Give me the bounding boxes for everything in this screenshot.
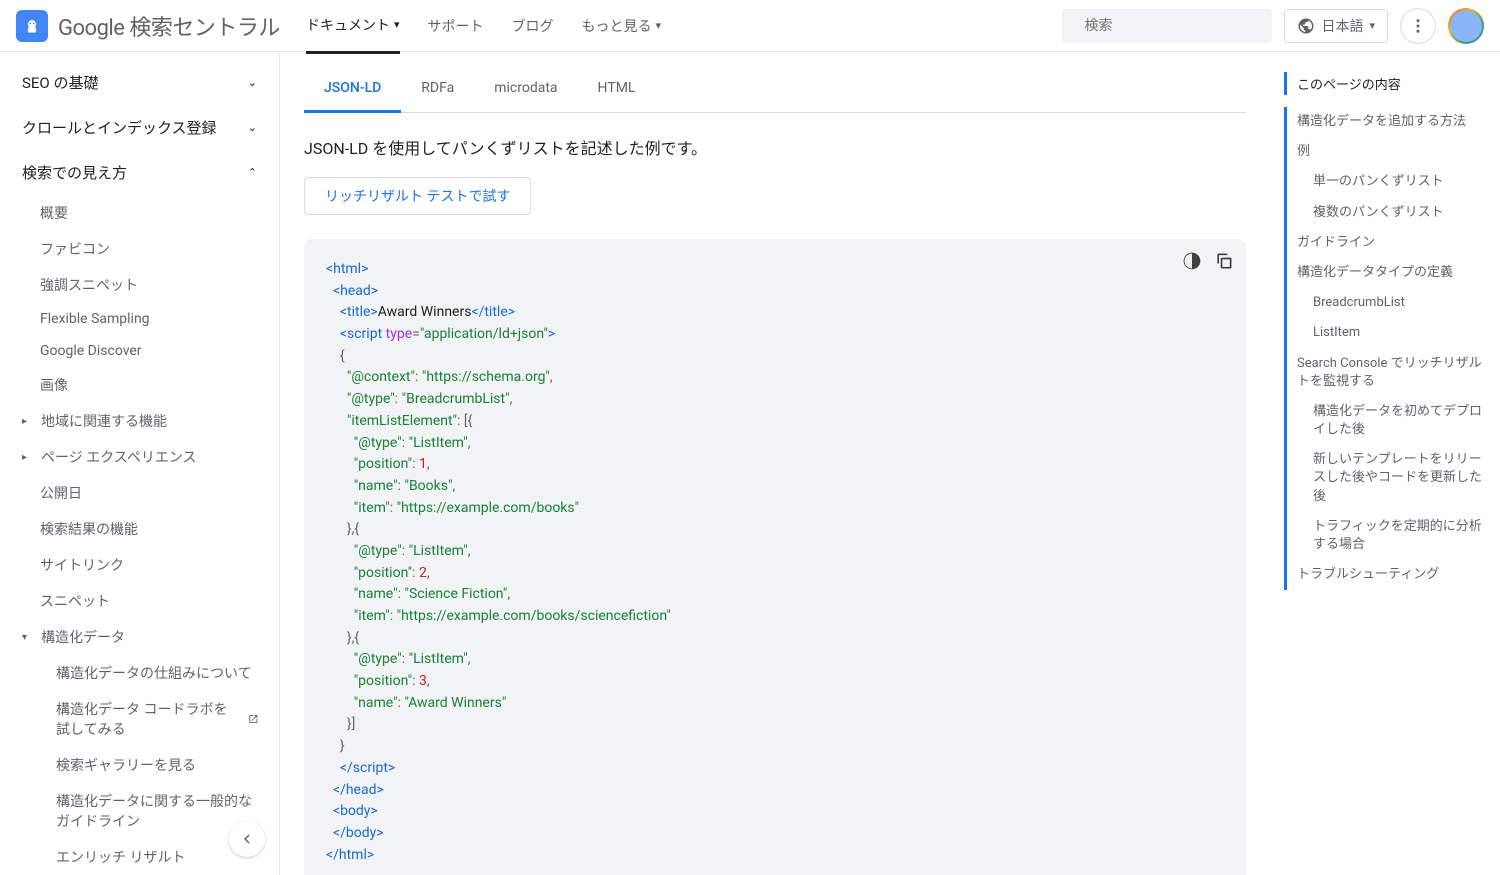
search-input[interactable] — [1084, 18, 1262, 34]
tab-html[interactable]: HTML — [578, 66, 656, 112]
toc-item[interactable]: 単一のパンくずリスト — [1284, 167, 1482, 197]
user-avatar[interactable] — [1448, 8, 1484, 44]
tab-jsonld[interactable]: JSON-LD — [304, 66, 401, 113]
language-selector[interactable]: 日本語▾ — [1284, 9, 1388, 43]
toc-item[interactable]: 構造化データタイプの定義 — [1284, 258, 1482, 288]
sidebar-section-seo[interactable]: SEO の基礎⌄ — [0, 60, 279, 105]
sidebar-item-local[interactable]: ▸地域に関連する機能 — [0, 403, 279, 439]
toc-item[interactable]: 新しいテンプレートをリリースした後やコードを更新した後 — [1284, 445, 1482, 512]
nav-blog[interactable]: ブログ — [512, 0, 554, 53]
sidebar-item-discover[interactable]: Google Discover — [0, 335, 279, 367]
nav-more[interactable]: もっと見る▾ — [582, 0, 662, 53]
sidebar: SEO の基礎⌄ クロールとインデックス登録⌄ 検索での見え方⌃ 概要 ファビコ… — [0, 52, 280, 875]
toc-item[interactable]: BreadcrumbList — [1284, 288, 1482, 318]
toc-item[interactable]: 例 — [1284, 137, 1482, 167]
sidebar-item-overview[interactable]: 概要 — [0, 195, 279, 231]
sidebar-section-crawl[interactable]: クロールとインデックス登録⌄ — [0, 105, 279, 150]
sidebar-item-pubdate[interactable]: 公開日 — [0, 475, 279, 511]
external-link-icon — [248, 712, 259, 726]
toc-item[interactable]: 構造化データを追加する方法 — [1284, 107, 1482, 137]
sidebar-item-featured[interactable]: 強調スニペット — [0, 267, 279, 303]
nav-support[interactable]: サポート — [428, 0, 484, 53]
tab-rdfa[interactable]: RDFa — [401, 66, 474, 112]
kebab-icon — [1409, 17, 1427, 35]
nav-documents[interactable]: ドキュメント▾ — [306, 0, 400, 54]
main-content: JSON-LD RDFa microdata HTML JSON-LD を使用し… — [280, 52, 1270, 875]
example-description: JSON-LD を使用してパンくずリストを記述した例です。 — [304, 135, 1246, 159]
theme-toggle-icon[interactable] — [1182, 251, 1202, 271]
logo-icon — [16, 10, 48, 42]
sidebar-item-pageexp[interactable]: ▸ページ エクスペリエンス — [0, 439, 279, 475]
toc-item[interactable]: 構造化データを初めてデプロイした後 — [1284, 397, 1482, 445]
tab-microdata[interactable]: microdata — [474, 66, 577, 112]
toc-item[interactable]: トラフィックを定期的に分析する場合 — [1284, 512, 1482, 560]
search-input-container[interactable] — [1062, 9, 1272, 43]
toc-item[interactable]: ListItem — [1284, 318, 1482, 348]
toc-title: このページの内容 — [1284, 72, 1482, 95]
sidebar-item-serp[interactable]: 検索結果の機能 — [0, 511, 279, 547]
toc-item[interactable]: ガイドライン — [1284, 228, 1482, 258]
table-of-contents: このページの内容 構造化データを追加する方法例単一のパンくずリスト複数のパンくず… — [1270, 52, 1500, 875]
toc-item[interactable]: トラブルシューティング — [1284, 560, 1482, 590]
sidebar-item-structured[interactable]: ▾構造化データ — [0, 619, 279, 655]
sidebar-sub-how[interactable]: 構造化データの仕組みについて — [0, 655, 279, 691]
rich-results-test-button[interactable]: リッチリザルト テストで試す — [304, 177, 531, 215]
copy-icon[interactable] — [1214, 251, 1234, 271]
toc-item[interactable]: 複数のパンくずリスト — [1284, 198, 1482, 228]
site-title[interactable]: Google 検索セントラル — [58, 10, 280, 42]
sidebar-item-sitelinks[interactable]: サイトリンク — [0, 547, 279, 583]
sidebar-sub-gallery[interactable]: 検索ギャラリーを見る — [0, 747, 279, 783]
sidebar-item-flexible[interactable]: Flexible Sampling — [0, 303, 279, 335]
sidebar-item-images[interactable]: 画像 — [0, 367, 279, 403]
collapse-sidebar-button[interactable] — [229, 821, 265, 857]
chevron-left-icon — [238, 830, 256, 848]
sidebar-item-snippet[interactable]: スニペット — [0, 583, 279, 619]
globe-icon — [1297, 17, 1315, 35]
sidebar-item-favicon[interactable]: ファビコン — [0, 231, 279, 267]
more-options-button[interactable] — [1400, 8, 1436, 44]
toc-item[interactable]: Search Console でリッチリザルトを監視する — [1284, 349, 1482, 397]
sidebar-sub-codelab[interactable]: 構造化データ コードラボを試してみる — [0, 691, 279, 747]
sidebar-section-appearance[interactable]: 検索での見え方⌃ — [0, 150, 279, 195]
code-block: <html> <head> <title>Award Winners</titl… — [304, 239, 1246, 875]
